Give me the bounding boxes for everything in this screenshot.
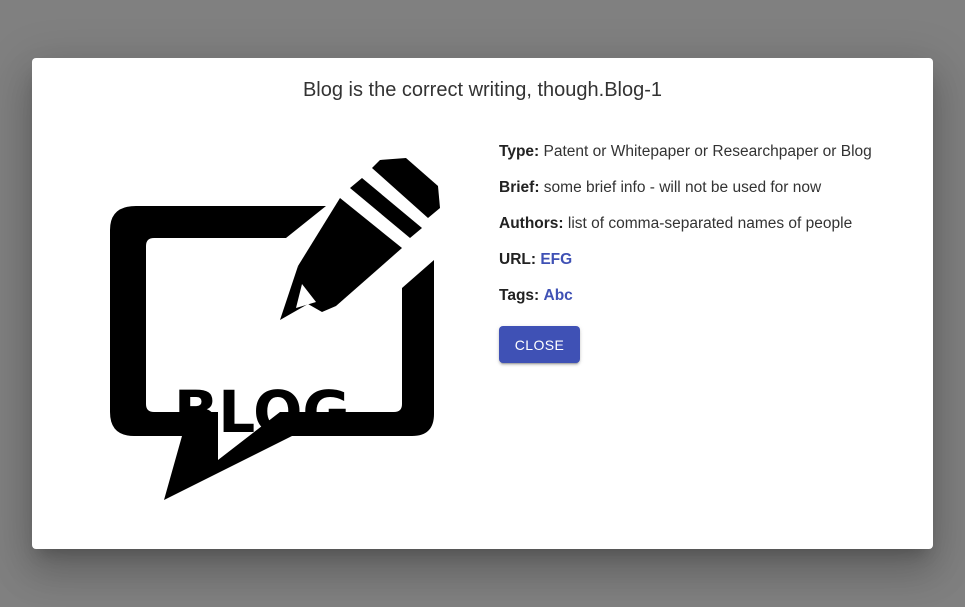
- brief-label: Brief:: [499, 179, 540, 196]
- authors-row: Authors: list of comma-separated names o…: [499, 214, 919, 250]
- authors-value: list of comma-separated names of people: [567, 215, 853, 232]
- brief-row: Brief: some brief info - will not be use…: [499, 178, 919, 214]
- brief-value: some brief info - will not be used for n…: [543, 179, 822, 196]
- tags-row: Tags: Abc: [499, 286, 919, 322]
- dialog-title: Blog is the correct writing, though.Blog…: [302, 79, 663, 101]
- url-link[interactable]: EFG: [540, 251, 572, 268]
- url-row: URL: EFG: [499, 250, 919, 286]
- blog-icon: BLOG: [110, 158, 440, 500]
- type-value: Patent or Whitepaper or Researchpaper or…: [543, 143, 872, 160]
- blog-details: Type: Patent or Whitepaper or Researchpa…: [499, 142, 919, 322]
- blog-detail-dialog: Blog is the correct writing, though.Blog…: [32, 58, 933, 549]
- type-label: Type:: [499, 143, 540, 160]
- tags-label: Tags:: [499, 287, 540, 304]
- url-label: URL:: [499, 251, 537, 268]
- close-button[interactable]: CLOSE: [499, 326, 580, 363]
- tag-link[interactable]: Abc: [544, 287, 573, 304]
- authors-label: Authors:: [499, 215, 564, 232]
- blog-image-text: BLOG: [174, 378, 350, 446]
- type-row: Type: Patent or Whitepaper or Researchpa…: [499, 142, 919, 178]
